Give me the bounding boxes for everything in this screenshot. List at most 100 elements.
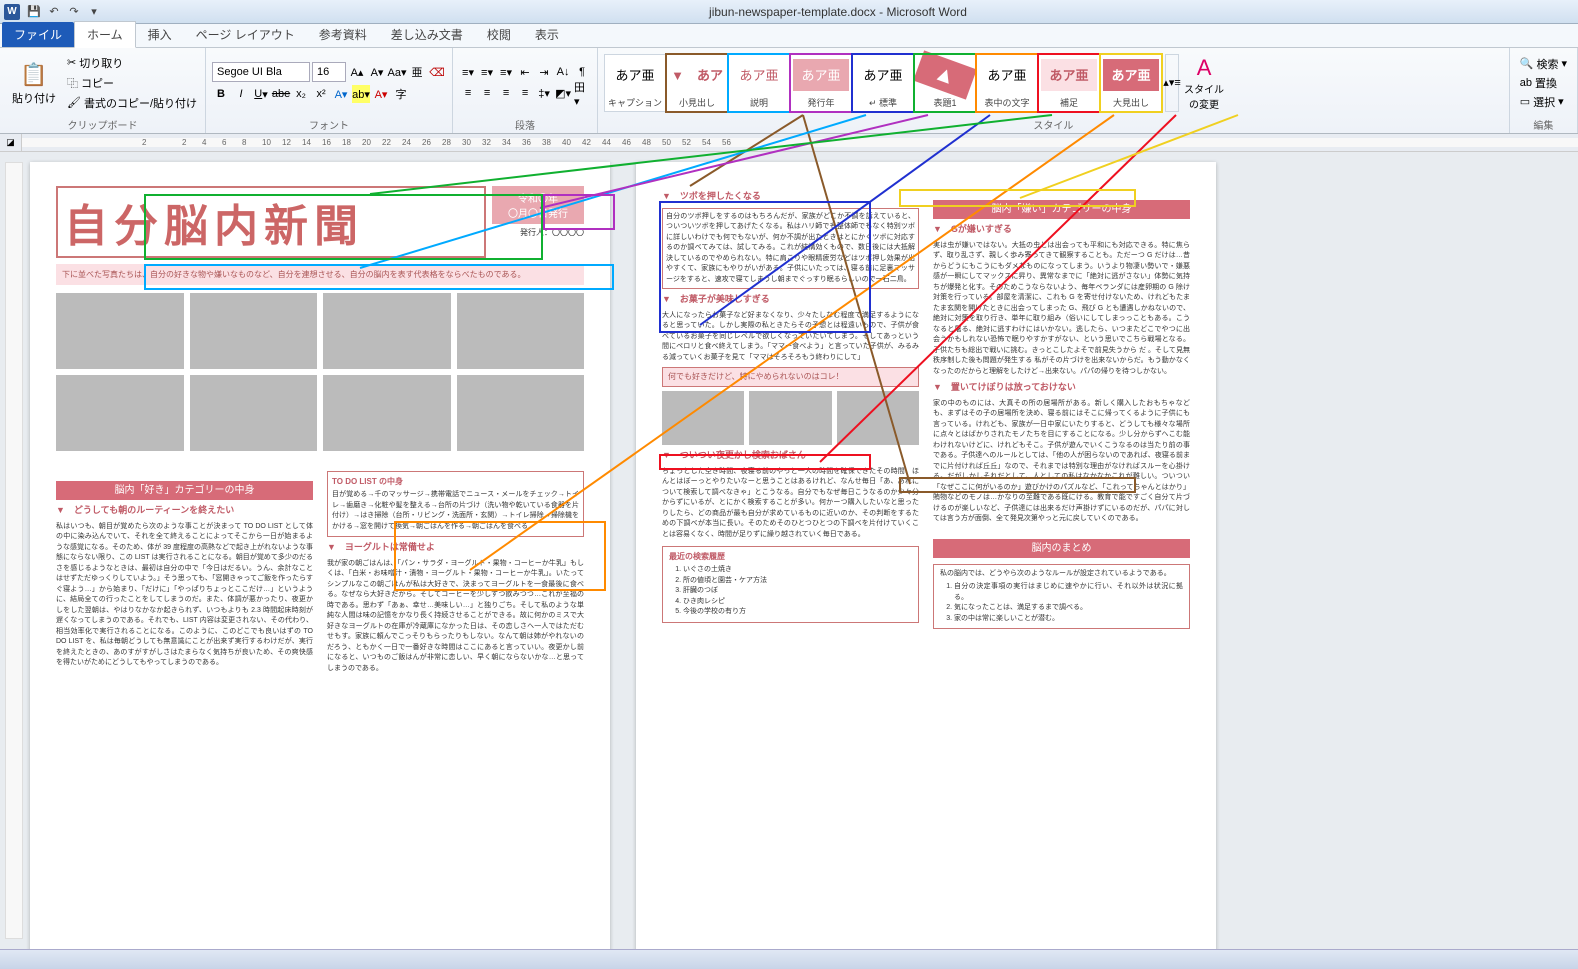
body-g[interactable]: 実は虫が嫌いではない。大抵の虫とは出会っても平和にも対応できる。特に焦らず、取り… bbox=[933, 241, 1190, 378]
paste-button[interactable]: 📋 貼り付け bbox=[6, 58, 62, 108]
body-okashi[interactable]: 大人になったらお菓子など好まなくなり、少々たしなむ程度で満足するようになると思っ… bbox=[662, 311, 919, 364]
body-morning[interactable]: 私はいつも、朝目が覚めたら次のような事ことが決まって TO DO LIST とし… bbox=[56, 522, 313, 669]
section-hate-heading[interactable]: 脳内「嫌い」カテゴリーの中身 bbox=[933, 200, 1190, 219]
style-item-補足[interactable]: あア亜補足 bbox=[1038, 54, 1100, 112]
align-center-button[interactable]: ≡ bbox=[478, 84, 496, 102]
superscript-button[interactable]: x² bbox=[312, 85, 330, 103]
style-item-表題1[interactable]: ▲表題1 bbox=[914, 54, 976, 112]
shading-button[interactable]: ◩▾ bbox=[554, 84, 572, 102]
indent-dec-button[interactable]: ⇤ bbox=[516, 63, 534, 81]
tab-mailings[interactable]: 差し込み文書 bbox=[379, 22, 475, 47]
body-yogurt[interactable]: 我が家の朝ごはんは、「パン・サラダ・ヨーグルト・果物・コーヒーか牛乳」もしくは、… bbox=[327, 559, 584, 675]
body-okibori[interactable]: 家の中のものには、大真その所の居場所がある。新しく購入したおもちゃなども、まずは… bbox=[933, 399, 1190, 525]
h-okashi[interactable]: お菓子が美味しすぎる bbox=[662, 293, 919, 307]
style-item-表中の文字[interactable]: あア亜表中の文字 bbox=[976, 54, 1038, 112]
image-placeholder[interactable] bbox=[323, 375, 451, 451]
image-placeholder[interactable] bbox=[323, 293, 451, 369]
format-painter-button[interactable]: 🖌書式のコピー/貼り付け bbox=[65, 94, 199, 112]
strike-button[interactable]: abe bbox=[272, 85, 290, 103]
body-search[interactable]: ちょっとした空き時間、夜寝る前のやっと一人の時間を確保できたその時間、ほんとはぼ… bbox=[662, 467, 919, 541]
redo-icon[interactable]: ↷ bbox=[66, 4, 82, 20]
style-item-発行年[interactable]: あア亜発行年 bbox=[790, 54, 852, 112]
ruler-row: ◪ 22468101214161820222426283032343638404… bbox=[0, 134, 1578, 152]
image-placeholder[interactable] bbox=[662, 391, 744, 445]
qat-more-icon[interactable]: ▾ bbox=[86, 4, 102, 20]
change-styles-button[interactable]: A スタイルの変更 bbox=[1182, 55, 1226, 111]
line-spacing-button[interactable]: ‡▾ bbox=[535, 84, 553, 102]
copy-button[interactable]: ⿻コピー bbox=[65, 74, 199, 92]
phonetic-button[interactable]: 亜 bbox=[408, 63, 426, 81]
indent-inc-button[interactable]: ⇥ bbox=[535, 63, 553, 81]
tab-home[interactable]: ホーム bbox=[74, 21, 136, 48]
sort-button[interactable]: A↓ bbox=[554, 63, 572, 81]
note-box[interactable]: 何でも好きだけど、特にやめられないのはコレ！ bbox=[662, 367, 919, 387]
italic-button[interactable]: I bbox=[232, 85, 250, 103]
image-placeholder[interactable] bbox=[190, 293, 318, 369]
tab-view[interactable]: 表示 bbox=[523, 22, 571, 47]
font-name-select[interactable] bbox=[212, 62, 310, 82]
image-placeholder[interactable] bbox=[457, 293, 585, 369]
issue-publisher[interactable]: 発行人：〇〇〇〇 bbox=[492, 224, 584, 238]
style-item-小見出し[interactable]: ▼ あア小見出し bbox=[666, 54, 728, 112]
style-item-大見出し[interactable]: あア亜大見出し bbox=[1100, 54, 1162, 112]
subscript-button[interactable]: x₂ bbox=[292, 85, 310, 103]
newspaper-title[interactable]: 自分脳内新聞 bbox=[56, 186, 486, 258]
h-search[interactable]: ついつい夜更かし検索おばさん bbox=[662, 449, 919, 463]
font-color-button[interactable]: A▾ bbox=[372, 85, 390, 103]
cut-button[interactable]: ✂切り取り bbox=[65, 54, 199, 72]
h-morning-routine[interactable]: どうしても朝のルーティーンを終えたい bbox=[56, 504, 313, 518]
image-placeholder[interactable] bbox=[190, 375, 318, 451]
section-like-heading[interactable]: 脳内「好き」カテゴリーの中身 bbox=[56, 481, 313, 500]
change-case-button[interactable]: Aa▾ bbox=[388, 63, 406, 81]
justify-button[interactable]: ≡ bbox=[516, 84, 534, 102]
search-history-box[interactable]: 最近の検索履歴 いぐさの土焼き所の値頃と園芸・ケア方法肝臓のつぼひき肉レシピ今後… bbox=[662, 546, 919, 623]
h-okibori[interactable]: 置いてけぼりは放っておけない bbox=[933, 381, 1190, 395]
tab-insert[interactable]: 挿入 bbox=[136, 22, 184, 47]
multilevel-button[interactable]: ≡▾ bbox=[497, 63, 515, 81]
align-left-button[interactable]: ≡ bbox=[459, 84, 477, 102]
tab-file[interactable]: ファイル bbox=[2, 22, 74, 47]
tab-layout[interactable]: ページ レイアウト bbox=[184, 22, 307, 47]
select-button[interactable]: ▭選択▾ bbox=[1516, 93, 1571, 111]
font-size-select[interactable] bbox=[312, 62, 346, 82]
numbering-button[interactable]: ≡▾ bbox=[478, 63, 496, 81]
document-area[interactable]: 自分脳内新聞 令和〇年 〇月〇日発行 発行人：〇〇〇〇 下に並べた写真たちは、自… bbox=[0, 152, 1578, 949]
replace-button[interactable]: ab置換 bbox=[1516, 74, 1571, 92]
grow-font-button[interactable]: A▴ bbox=[348, 63, 366, 81]
ruler-toggle[interactable]: ◪ bbox=[0, 134, 22, 151]
h-yogurt[interactable]: ヨーグルトは常備せよ bbox=[327, 541, 584, 555]
image-placeholder[interactable] bbox=[749, 391, 831, 445]
h-tsubo[interactable]: ツボを押したくなる bbox=[662, 190, 919, 204]
lead-text[interactable]: 下に並べた写真たちは、自分の好きな物や嫌いなものなど、自分を連想させる、自分の脳… bbox=[56, 264, 584, 285]
align-right-button[interactable]: ≡ bbox=[497, 84, 515, 102]
summary-box[interactable]: 私の脳内では、どうやら次のようなルールが設定されているようである。 自分の決定事… bbox=[933, 564, 1190, 630]
todo-box[interactable]: TO DO LIST の中身 目が覚める→千のマッサージ→携帯電話でニュース・メ… bbox=[327, 471, 584, 537]
find-button[interactable]: 🔍検索▾ bbox=[1516, 55, 1571, 73]
h-g[interactable]: Gが嫌いすぎる bbox=[933, 223, 1190, 237]
style-item-↵ 標準[interactable]: あア亜↵ 標準 bbox=[852, 54, 914, 112]
image-placeholder[interactable] bbox=[56, 293, 184, 369]
body-tsubo[interactable]: 自分のツボ押しをするのはもちろんだが、家族がどこか不調を訴えていると、ついついツ… bbox=[662, 208, 919, 290]
tab-review[interactable]: 校閲 bbox=[475, 22, 523, 47]
bold-button[interactable]: B bbox=[212, 85, 230, 103]
image-placeholder[interactable] bbox=[837, 391, 919, 445]
borders-button[interactable]: 田▾ bbox=[573, 84, 591, 102]
clear-format-button[interactable]: ⌫ bbox=[428, 63, 446, 81]
underline-button[interactable]: U▾ bbox=[252, 85, 270, 103]
image-placeholder[interactable] bbox=[56, 375, 184, 451]
text-effects-button[interactable]: A▾ bbox=[332, 85, 350, 103]
highlight-button[interactable]: ab▾ bbox=[352, 85, 370, 103]
section-summary-heading[interactable]: 脳内のまとめ bbox=[933, 539, 1190, 558]
style-item-キャプション[interactable]: あア亜キャプション bbox=[604, 54, 666, 112]
undo-icon[interactable]: ↶ bbox=[46, 4, 62, 20]
tab-references[interactable]: 参考資料 bbox=[307, 22, 379, 47]
enclose-char-button[interactable]: 字 bbox=[392, 85, 410, 103]
image-placeholder[interactable] bbox=[457, 375, 585, 451]
save-icon[interactable]: 💾 bbox=[26, 4, 42, 20]
issue-date[interactable]: 令和〇年 〇月〇日発行 bbox=[492, 186, 584, 224]
styles-more-button[interactable]: ▴▾≡ bbox=[1165, 54, 1179, 112]
style-item-説明[interactable]: あア亜説明 bbox=[728, 54, 790, 112]
shrink-font-button[interactable]: A▾ bbox=[368, 63, 386, 81]
bullets-button[interactable]: ≡▾ bbox=[459, 63, 477, 81]
horizontal-ruler[interactable]: 2246810121416182022242628303234363840424… bbox=[22, 138, 1578, 147]
